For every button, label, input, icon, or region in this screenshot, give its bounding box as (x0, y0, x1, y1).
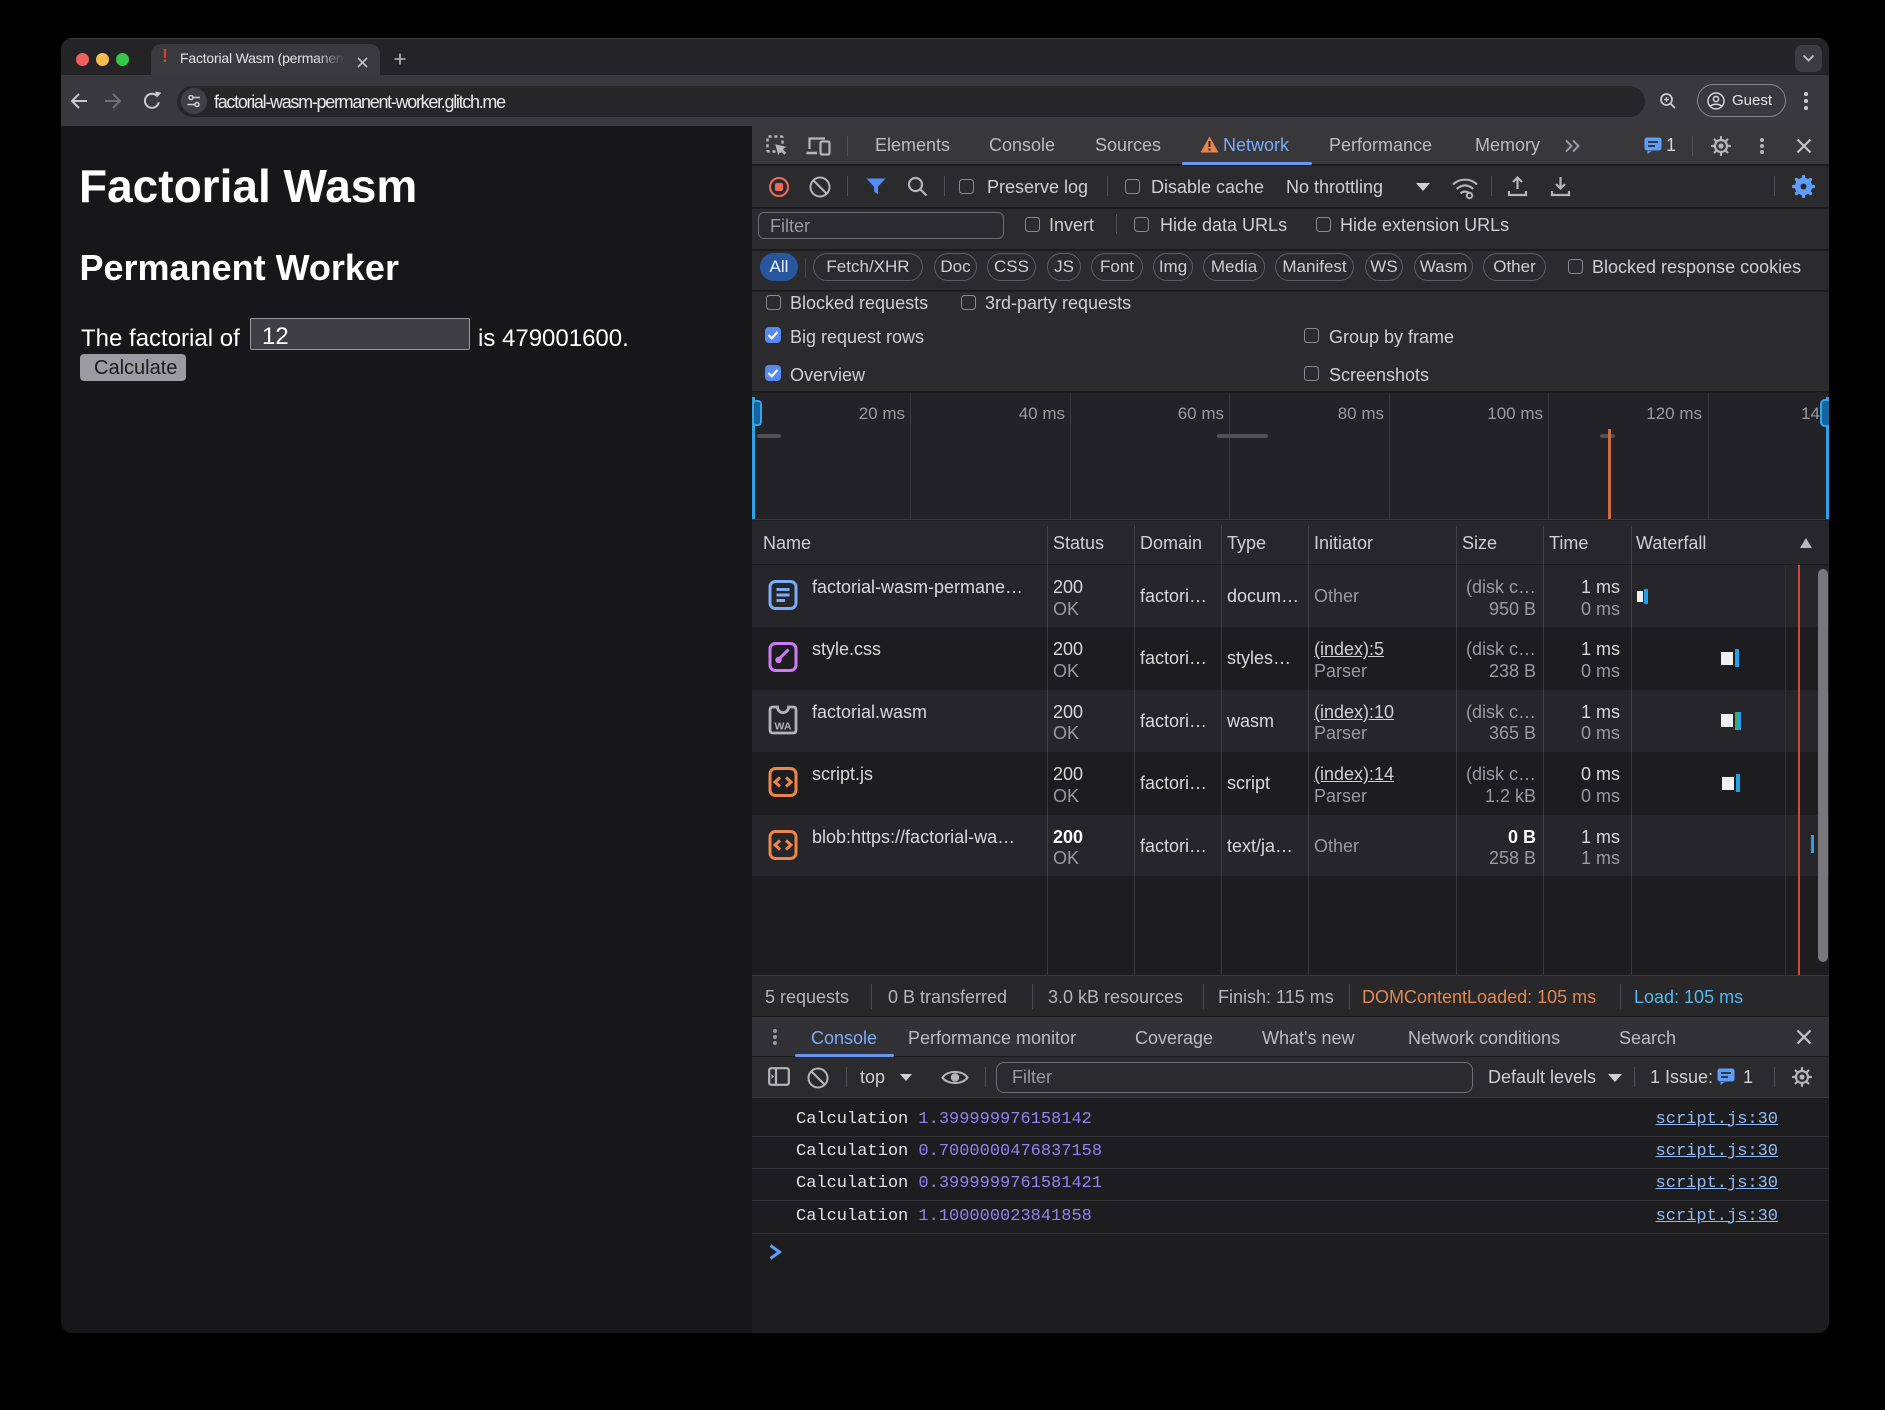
svg-text:WA: WA (775, 720, 792, 732)
